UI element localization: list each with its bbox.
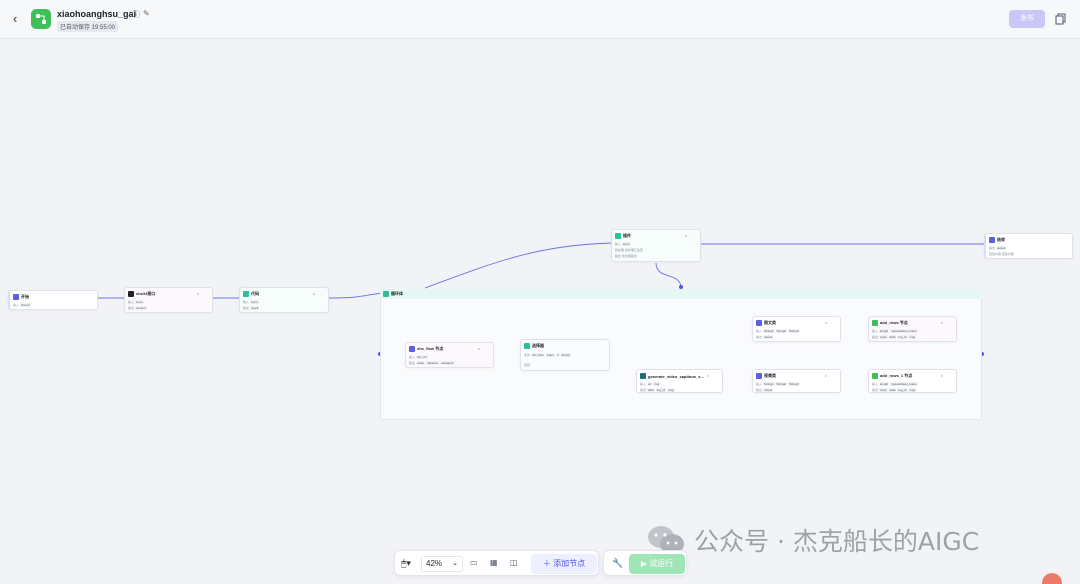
chevron-left-icon[interactable]: ‹ — [13, 11, 17, 26]
node-row: 否则 — [524, 363, 531, 367]
node-picture[interactable]: 图文类 ⚙ ··· 输入 String1 String2 String3 输出 outp… — [752, 316, 841, 342]
start-icon — [13, 294, 19, 300]
node-more-icon[interactable]: ⚙ ··· — [824, 374, 836, 378]
header-bar: ‹ xiaohoanghsu_gai ⓘ ✎ 已自动保存 19:55:00 发布 — [0, 0, 1080, 39]
run-toolbar: 🔧 ▶ 试运行 — [603, 550, 687, 576]
plugin-icon — [615, 233, 621, 239]
node-title: xhs_flow 节点 — [417, 346, 444, 351]
node-row: 输出 data log_id msg — [640, 388, 675, 392]
node-xhs-api[interactable]: xhs34接口 ⚙ ··· 输入 input 输出 content — [124, 287, 213, 313]
node-title: 图文类 — [764, 320, 776, 325]
wrench-icon[interactable]: 🔧 — [612, 558, 623, 569]
node-more-icon[interactable]: ⚙ ··· — [312, 292, 324, 296]
mouse-icon[interactable]: 🖱▾ — [401, 558, 411, 569]
node-more-icon[interactable]: ⚙ ··· — [684, 234, 696, 238]
node-row: 输入 url img — [640, 382, 661, 386]
node-plugin[interactable]: 插件 ⚙ ··· 输入 input 批处理 批处理已设置 输出 批处理输出 — [611, 229, 701, 262]
node-more-icon[interactable]: ⚙ ··· — [706, 374, 718, 378]
node-more-icon[interactable]: ⚙ ··· — [477, 347, 489, 351]
node-row: 输入 String1 String2 String3 — [756, 382, 800, 386]
workflow-app-icon — [31, 9, 51, 29]
node-row: 输出 批处理输出 — [615, 254, 637, 258]
llm-icon — [756, 320, 762, 326]
grid-layout-icon[interactable]: ▦ — [490, 558, 498, 567]
canvas-toolbar: 🖱▾ 42% ⌄ ▭ ▦ ◫ ＋ 添加节点 — [394, 550, 599, 576]
node-title: xhs34接口 — [136, 291, 156, 296]
node-title: 开始 — [21, 294, 29, 299]
node-row: 输出 code data log_id msg — [872, 335, 917, 339]
node-row: 输入 input — [243, 300, 259, 304]
node-row: 输出 output — [756, 335, 774, 339]
node-row: 输入 length spreadsheet_token — [872, 382, 918, 386]
loop-header[interactable]: 循环体 — [380, 289, 982, 299]
node-more-icon[interactable]: ⚙ ··· — [824, 321, 836, 325]
chevron-down-icon: ⌄ — [452, 560, 458, 567]
plugin-icon — [128, 291, 134, 297]
loop-icon — [383, 291, 389, 297]
node-row: 条件 xhs_flow video ≠ Empty — [524, 353, 572, 357]
edge-loop-llm — [424, 242, 613, 289]
comment-icon[interactable]: ▭ — [470, 558, 478, 567]
node-title: 选择器 — [532, 343, 544, 348]
node-row: 输出 output — [756, 388, 774, 392]
watermark: 公众号 · 杰克船长的AIGC — [646, 522, 979, 558]
node-end[interactable]: 结束 输出 output 回答内容 回答内容 — [984, 233, 1073, 259]
node-title: add_rows_1 节点 — [880, 373, 913, 378]
publish-button[interactable]: 发布 — [1009, 10, 1045, 28]
node-row: 输入 xhs_url — [409, 355, 428, 359]
node-title: generate_video_captions_s… — [648, 373, 705, 379]
node-add-rows-1[interactable]: add_rows_1 节点 ⚙ ··· 输入 length spreadsheet_… — [868, 369, 957, 393]
workflow-canvas[interactable]: 循环体 开始 输入 xhsUrl xhs34接口 ⚙ ··· 输入 input 输出… — [0, 40, 1080, 584]
node-add-rows[interactable]: add_rows 节点 ⚙ ··· 输入 length spreadsheet_to… — [868, 316, 957, 342]
copy-icon[interactable] — [1054, 12, 1068, 26]
edge-code-loop — [328, 292, 383, 299]
end-icon — [989, 237, 995, 243]
sheet-icon — [872, 373, 878, 379]
watermark-text: 公众号 · 杰克船长的AIGC — [694, 527, 980, 556]
info-icon[interactable]: ⓘ — [132, 9, 140, 20]
node-title: add_rows 节点 — [880, 320, 908, 325]
node-row: 输出 output — [989, 246, 1007, 250]
node-more-icon[interactable]: ⚙ ··· — [940, 321, 952, 325]
node-more-icon[interactable]: ··· — [599, 344, 605, 348]
node-code[interactable]: 代码 ⚙ ··· 输入 input 输出 result — [239, 287, 329, 313]
edge-llm-loopport — [655, 262, 682, 288]
workflow-icon — [409, 346, 415, 352]
node-row: 输入 String1 String2 String3 — [756, 329, 800, 333]
node-row: 输入 input — [615, 242, 631, 246]
node-title: 结束 — [997, 237, 1005, 242]
node-title: 视频类 — [764, 373, 776, 378]
node-row: 输出 result — [243, 306, 260, 310]
edit-icon[interactable]: ✎ — [143, 9, 150, 18]
node-row: 输出 video duration duration1 — [409, 361, 455, 365]
node-captions[interactable]: generate_video_captions_s… ⚙ ··· 输入 url im… — [636, 369, 723, 393]
node-row: 批处理 批处理已设置 — [615, 248, 643, 252]
node-row: 输入 xhsUrl — [13, 303, 31, 307]
node-row: 回答内容 回答内容 — [989, 252, 1014, 256]
autosave-status: 已自动保存 19:55:00 — [57, 21, 119, 32]
node-selector[interactable]: 选择器 ··· 条件 xhs_flow video ≠ Empty 否则 — [520, 339, 610, 371]
node-start[interactable]: 开始 输入 xhsUrl — [8, 290, 98, 310]
selector-icon — [524, 343, 530, 349]
code-icon — [243, 291, 249, 297]
plugin-icon — [640, 373, 646, 379]
node-row: 输出 content — [128, 306, 147, 310]
minimap-icon[interactable]: ◫ — [510, 558, 518, 567]
node-video[interactable]: 视频类 ⚙ ··· 输入 String1 String2 String3 输出 outp… — [752, 369, 841, 393]
llm-icon — [756, 373, 762, 379]
loop-title: 循环体 — [391, 291, 403, 296]
node-xhs-flow[interactable]: xhs_flow 节点 ⚙ ··· 输入 xhs_url 输出 video durat… — [405, 342, 494, 368]
node-row: 输出 code data log_id msg — [872, 388, 917, 392]
node-title: 插件 — [623, 233, 631, 238]
node-more-icon[interactable]: ⚙ ··· — [940, 374, 952, 378]
node-title: 代码 — [251, 291, 259, 296]
app-title: xiaohoanghsu_gai — [57, 9, 137, 19]
add-node-button[interactable]: ＋ 添加节点 — [531, 554, 597, 574]
sheet-icon — [872, 320, 878, 326]
node-row: 输入 input — [128, 300, 144, 304]
node-more-icon[interactable]: ⚙ ··· — [196, 292, 208, 296]
zoom-select[interactable]: 42% ⌄ — [421, 556, 463, 572]
node-row: 输入 length spreadsheet_token — [872, 329, 918, 333]
test-run-button[interactable]: ▶ 试运行 — [629, 554, 685, 574]
